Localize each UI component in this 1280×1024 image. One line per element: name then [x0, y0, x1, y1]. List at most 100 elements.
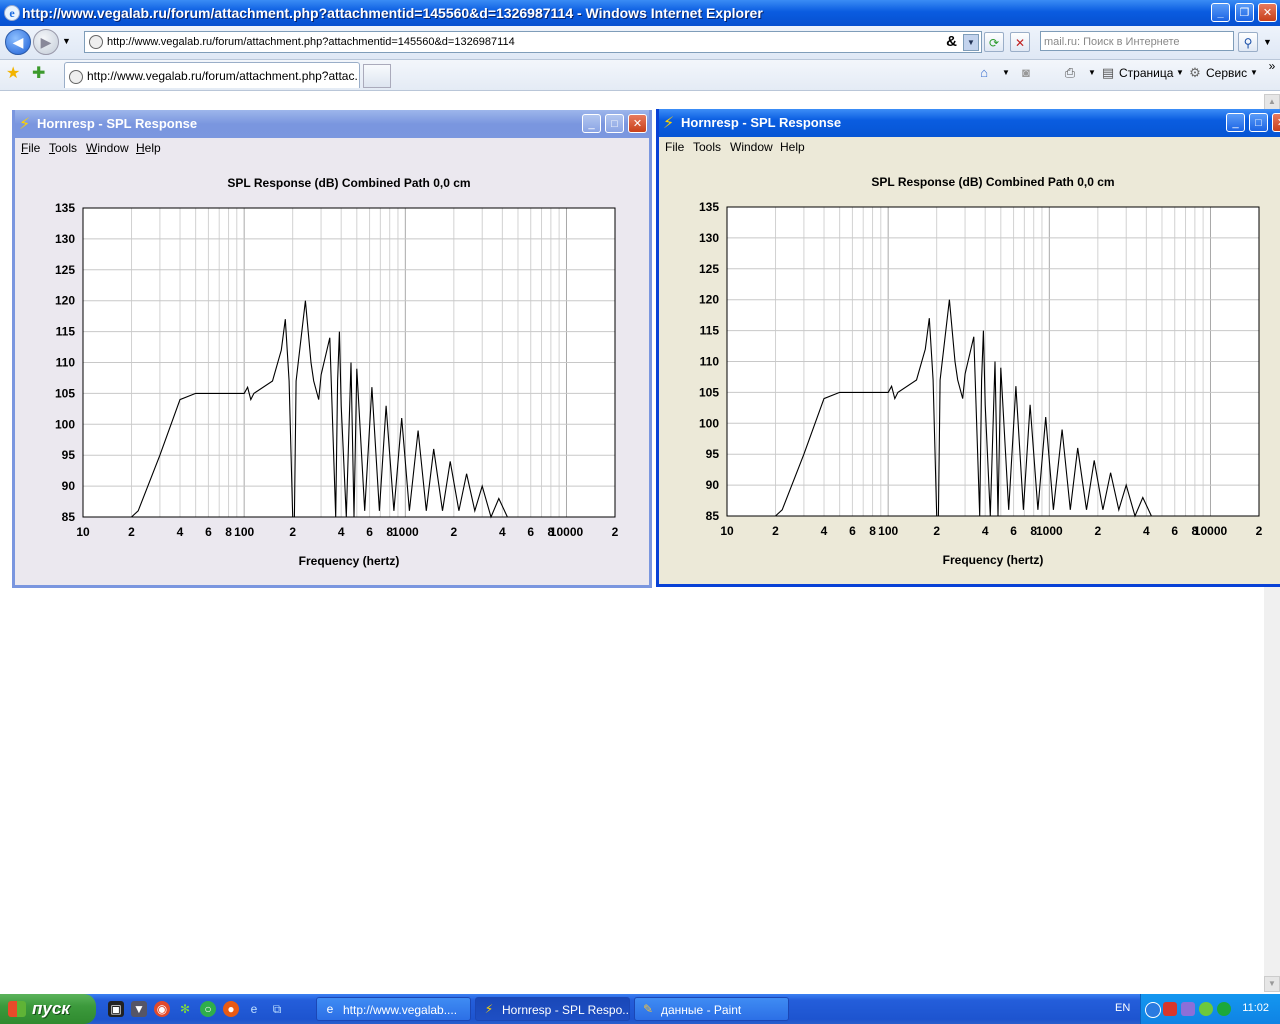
- page-dropdown-icon[interactable]: ▼: [1172, 65, 1188, 81]
- stop-button[interactable]: ✕: [1010, 32, 1030, 52]
- y-tick-label: 130: [699, 231, 719, 245]
- start-button[interactable]: пуск: [0, 994, 96, 1024]
- clock: 11:02: [1242, 1002, 1269, 1014]
- tray-back-icon[interactable]: [1145, 1002, 1161, 1018]
- tools-menu[interactable]: Сервис: [1206, 66, 1247, 80]
- scroll-up-icon[interactable]: ▲: [1264, 94, 1280, 110]
- ie-logo-icon: e: [4, 5, 20, 21]
- window-minimize-button[interactable]: _: [582, 114, 601, 133]
- chart-title: SPL Response (dB) Combined Path 0,0 cm: [227, 176, 470, 190]
- window-title-bar[interactable]: ⚡ Hornresp - SPL Response _ □ ✕: [659, 109, 1280, 137]
- compat-icon[interactable]: &: [946, 32, 957, 52]
- forward-button[interactable]: ▶: [33, 29, 59, 55]
- console-icon[interactable]: ▣: [108, 1001, 124, 1017]
- window-title-bar[interactable]: ⚡ Hornresp - SPL Response _ □ ✕: [15, 110, 649, 138]
- x-tick-label: 2: [1094, 524, 1101, 538]
- tray-messenger-icon[interactable]: [1217, 1002, 1231, 1016]
- menu-tools[interactable]: Tools: [693, 140, 721, 154]
- search-icon[interactable]: ⚲: [1238, 32, 1258, 52]
- task-hornresp[interactable]: ⚡ Hornresp - SPL Respo...: [475, 997, 630, 1021]
- favorites-star-icon[interactable]: ★: [6, 63, 20, 83]
- menu-window[interactable]: Window: [86, 141, 129, 155]
- tab-toolbar: ★ ✚ http://www.vegalab.ru/forum/attachme…: [0, 58, 1280, 91]
- firefox-icon[interactable]: ●: [223, 1001, 239, 1017]
- menu-help[interactable]: Help: [136, 141, 161, 155]
- print-icon[interactable]: ⎙: [1062, 65, 1078, 81]
- hornresp-window-2[interactable]: ⚡ Hornresp - SPL Response _ □ ✕ File Too…: [656, 109, 1280, 587]
- x-tick-label: 4: [499, 525, 506, 539]
- task-paint[interactable]: ✎ данные - Paint: [634, 997, 789, 1021]
- search-input[interactable]: mail.ru: Поиск в Интернете: [1040, 31, 1234, 51]
- x-tick-label: 10: [720, 524, 734, 538]
- tray-flower-icon[interactable]: [1199, 1002, 1213, 1016]
- start-label: пуск: [32, 999, 70, 1018]
- y-tick-label: 125: [699, 262, 719, 276]
- chart-area: 135 130 125 120 115 110 105 100 95 90 85 10 2 4 6 8 100 2…: [15, 158, 649, 585]
- y-tick-label: 95: [62, 448, 76, 462]
- tools-dropdown-icon[interactable]: ▼: [1246, 65, 1262, 81]
- x-axis-label: Frequency (hertz): [299, 554, 400, 568]
- x-axis-label: Frequency (hertz): [943, 553, 1044, 567]
- x-tick-label: 10: [76, 525, 90, 539]
- window-close-button[interactable]: ✕: [628, 114, 647, 133]
- hornresp-app-icon: ⚡: [19, 116, 31, 133]
- browser-tab[interactable]: http://www.vegalab.ru/forum/attachment.p…: [64, 62, 360, 88]
- menu-file[interactable]: File: [665, 140, 684, 154]
- flower-icon[interactable]: ✻: [177, 1001, 193, 1017]
- x-tick-label: 6: [849, 524, 856, 538]
- search-options-icon[interactable]: ▼: [1263, 37, 1272, 47]
- x-tick-label: 100: [878, 524, 898, 538]
- x-tick-label: 6: [527, 525, 534, 539]
- x-tick-label: 6: [1010, 524, 1017, 538]
- y-tick-label: 95: [706, 447, 720, 461]
- address-dropdown-icon[interactable]: ▼: [963, 34, 979, 51]
- language-indicator[interactable]: EN: [1115, 1002, 1130, 1014]
- app-circle-icon[interactable]: ○: [200, 1001, 216, 1017]
- back-button[interactable]: ◀: [5, 29, 31, 55]
- address-toolbar: ◀ ▶ ▼ http://www.vegalab.ru/forum/attach…: [0, 26, 1280, 60]
- hornresp-task-icon: ⚡: [484, 1002, 494, 1016]
- window-maximize-button[interactable]: □: [1249, 113, 1268, 132]
- menu-tools[interactable]: Tools: [49, 141, 77, 155]
- total-commander-icon[interactable]: ▼: [131, 1001, 147, 1017]
- new-tab-button[interactable]: [363, 64, 391, 88]
- y-tick-label: 100: [55, 417, 75, 431]
- y-tick-label: 135: [699, 200, 719, 214]
- menu-help[interactable]: Help: [780, 140, 805, 154]
- refresh-button[interactable]: ⟳: [984, 32, 1004, 52]
- address-bar[interactable]: http://www.vegalab.ru/forum/attachment.p…: [84, 31, 982, 53]
- chevron-more-icon[interactable]: »: [1264, 58, 1280, 74]
- minimize-button[interactable]: _: [1211, 3, 1230, 22]
- tray-antivirus-icon[interactable]: [1163, 1002, 1177, 1016]
- window-close-button[interactable]: ✕: [1272, 113, 1280, 132]
- x-tick-label: 4: [338, 525, 345, 539]
- window-minimize-button[interactable]: _: [1226, 113, 1245, 132]
- menu-file[interactable]: File: [21, 141, 40, 155]
- desktop-icon[interactable]: ⧉: [269, 1001, 285, 1017]
- ie-quicklaunch-icon[interactable]: e: [246, 1001, 262, 1017]
- home-dropdown-icon[interactable]: ▼: [998, 65, 1014, 81]
- hornresp-window-1[interactable]: ⚡ Hornresp - SPL Response _ □ ✕ File Too…: [12, 110, 652, 588]
- ie-task-icon: e: [326, 1002, 334, 1016]
- close-button[interactable]: ✕: [1258, 3, 1277, 22]
- x-tick-label: 4: [177, 525, 184, 539]
- window-menu-bar: File Tools Window Help: [659, 137, 1280, 157]
- chrome-icon[interactable]: ◉: [154, 1001, 170, 1017]
- window-maximize-button[interactable]: □: [605, 114, 624, 133]
- history-dropdown-icon[interactable]: ▼: [62, 36, 71, 46]
- window-title: Hornresp - SPL Response: [37, 116, 198, 131]
- scroll-down-icon[interactable]: ▼: [1264, 976, 1280, 992]
- x-tick-label: 8: [225, 525, 232, 539]
- menu-window[interactable]: Window: [730, 140, 773, 154]
- windows-flag-icon: [8, 1001, 26, 1017]
- feeds-icon[interactable]: ◙: [1018, 65, 1034, 81]
- home-icon[interactable]: ⌂: [976, 65, 992, 81]
- y-tick-label: 85: [62, 510, 76, 524]
- print-dropdown-icon[interactable]: ▼: [1084, 65, 1100, 81]
- tray-network-icon[interactable]: [1181, 1002, 1195, 1016]
- page-menu[interactable]: Страница: [1119, 66, 1173, 80]
- restore-button[interactable]: ❐: [1235, 3, 1254, 22]
- x-tick-label: 6: [1171, 524, 1178, 538]
- task-ie[interactable]: e http://www.vegalab....: [316, 997, 471, 1021]
- add-favorite-icon[interactable]: ✚: [32, 63, 45, 83]
